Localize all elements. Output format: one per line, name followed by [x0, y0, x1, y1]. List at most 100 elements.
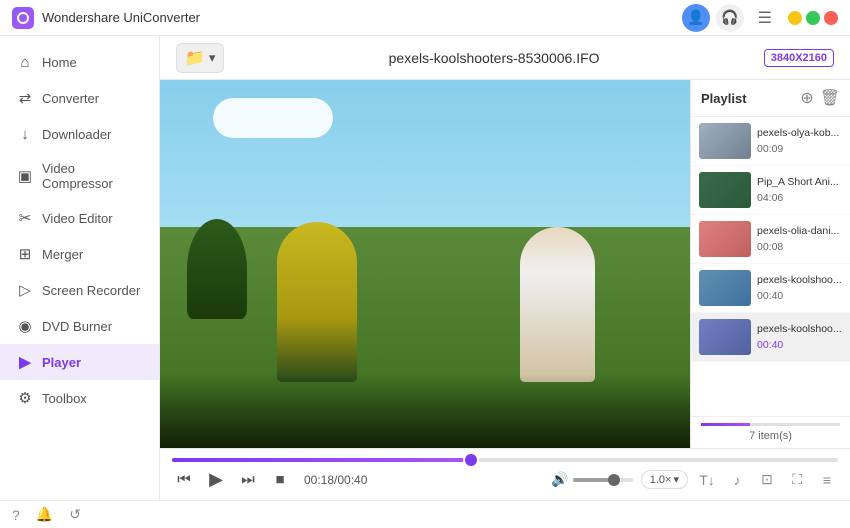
notification-icon[interactable]: 🔔	[36, 506, 53, 523]
home-icon: ⌂	[16, 53, 34, 71]
playlist-thumb-2	[699, 172, 751, 208]
player-controls: ⏮ ▶ ⏭ ■ 00:18/00:40 🔊 1.0×	[160, 448, 850, 500]
volume-thumb	[608, 474, 620, 486]
sidebar-item-video-compressor[interactable]: ▣ Video Compressor	[0, 152, 159, 200]
status-bar: ? 🔔 ↺	[0, 500, 850, 528]
volume-fill	[573, 478, 615, 482]
video-playlist-row: ‹ Playlist ⊕ 🗑 pexels-olya-kob...	[160, 80, 850, 448]
sidebar-item-toolbox[interactable]: ⚙ Toolbox	[0, 380, 159, 416]
sidebar-item-dvd-burner[interactable]: ◉ DVD Burner	[0, 308, 159, 344]
playlist-progress-bar-bg	[701, 423, 840, 426]
sidebar-item-home[interactable]: ⌂ Home	[0, 44, 159, 80]
dark-overlay	[160, 374, 690, 448]
help-icon[interactable]: ?	[12, 507, 20, 523]
add-file-button[interactable]: 📁 ▾	[176, 43, 224, 73]
app-logo	[12, 7, 34, 29]
sidebar-item-converter[interactable]: ⇄ Converter	[0, 80, 159, 116]
speed-label: 1.0×	[650, 474, 672, 486]
sidebar-item-downloader[interactable]: ↓ Downloader	[0, 116, 159, 152]
audio-button[interactable]: ♪	[726, 469, 748, 491]
playlist-item-duration-1: 00:09	[757, 143, 842, 155]
playlist-item-info-3: pexels-olia-dani... 00:08	[757, 225, 842, 253]
sidebar-label-video-editor: Video Editor	[42, 211, 113, 226]
playlist-item-name-3: pexels-olia-dani...	[757, 225, 842, 239]
playlist-item-name-5: pexels-koolshoo...	[757, 323, 842, 337]
sidebar-label-screen-recorder: Screen Recorder	[42, 283, 140, 298]
playlist-item-5[interactable]: pexels-koolshoo... 00:40	[691, 313, 850, 362]
sidebar-label-home: Home	[42, 55, 77, 70]
sidebar-item-video-editor[interactable]: ✂ Video Editor	[0, 200, 159, 236]
user-icon-btn[interactable]: 👤	[682, 4, 710, 32]
playlist-item-info-5: pexels-koolshoo... 00:40	[757, 323, 842, 351]
play-button[interactable]: ▶	[204, 468, 228, 492]
step-forward-button[interactable]: ⏭	[236, 468, 260, 492]
speed-button[interactable]: 1.0× ▾	[641, 470, 688, 489]
player-toolbar: 📁 ▾ pexels-koolshooters-8530006.IFO 3840…	[160, 36, 850, 80]
progress-bar[interactable]	[172, 458, 838, 462]
sidebar-item-player[interactable]: ▶ Player	[0, 344, 159, 380]
playlist-item-name-1: pexels-olya-kob...	[757, 127, 842, 141]
playlist-thumb-1	[699, 123, 751, 159]
playlist-delete-button[interactable]: 🗑	[820, 88, 840, 108]
volume-slider[interactable]	[573, 478, 633, 482]
rewind-button[interactable]: ⏮	[172, 468, 196, 492]
progress-fill	[172, 458, 472, 462]
controls-row: ⏮ ▶ ⏭ ■ 00:18/00:40 🔊 1.0×	[172, 468, 838, 492]
sidebar-label-merger: Merger	[42, 247, 83, 262]
playlist-item-name-4: pexels-koolshoo...	[757, 274, 842, 288]
clouds-element	[213, 98, 333, 138]
playlist-item-count: 7 item(s)	[749, 430, 792, 442]
sidebar: ⌂ Home ⇄ Converter ↓ Downloader ▣ Video …	[0, 36, 160, 500]
person2-element	[520, 227, 595, 382]
sidebar-label-dvd-burner: DVD Burner	[42, 319, 112, 334]
person1-element	[277, 222, 357, 382]
add-file-icon: 📁	[185, 48, 205, 68]
playlist-item-duration-5: 00:40	[757, 339, 842, 351]
playlist-item-1[interactable]: pexels-olya-kob... 00:09	[691, 117, 850, 166]
sync-icon[interactable]: ↺	[69, 506, 81, 523]
downloader-icon: ↓	[16, 125, 34, 143]
toolbox-icon: ⚙	[16, 389, 34, 407]
sidebar-item-screen-recorder[interactable]: ▷ Screen Recorder	[0, 272, 159, 308]
minimize-button[interactable]: ─	[788, 11, 802, 25]
playlist-item-duration-2: 04:06	[757, 192, 842, 204]
playlist-item-info-2: Pip_A Short Ani... 04:06	[757, 176, 842, 204]
app-title: Wondershare UniConverter	[42, 10, 682, 25]
sidebar-label-video-compressor: Video Compressor	[42, 161, 143, 191]
playlist-thumb-5	[699, 319, 751, 355]
merger-icon: ⊞	[16, 245, 34, 263]
caption-button[interactable]: T↓	[696, 469, 718, 491]
playlist-title: Playlist	[701, 91, 747, 106]
fullscreen-button[interactable]: ⛶	[786, 469, 808, 491]
close-button[interactable]: ✕	[824, 11, 838, 25]
filename-label: pexels-koolshooters-8530006.IFO	[236, 50, 751, 66]
content-area: 📁 ▾ pexels-koolshooters-8530006.IFO 3840…	[160, 36, 850, 500]
converter-icon: ⇄	[16, 89, 34, 107]
playlist-footer: 7 item(s)	[691, 416, 850, 448]
video-player[interactable]: ‹	[160, 80, 690, 448]
speed-chevron: ▾	[673, 473, 679, 486]
screenshot-button[interactable]: ⊡	[756, 469, 778, 491]
playlist-items: pexels-olya-kob... 00:09 Pip_A Short Ani…	[691, 117, 850, 416]
playlist-item-2[interactable]: Pip_A Short Ani... 04:06	[691, 166, 850, 215]
headphone-icon-btn[interactable]: 🎧	[716, 4, 744, 32]
playlist-add-button[interactable]: ⊕	[800, 88, 813, 108]
add-file-chevron: ▾	[209, 50, 216, 66]
resolution-badge: 3840X2160	[764, 49, 834, 67]
stop-button[interactable]: ■	[268, 468, 292, 492]
window-controls: ─ □ ✕	[788, 11, 838, 25]
sidebar-item-merger[interactable]: ⊞ Merger	[0, 236, 159, 272]
playlist-item-4[interactable]: pexels-koolshoo... 00:40	[691, 264, 850, 313]
playlist-item-info-1: pexels-olya-kob... 00:09	[757, 127, 842, 155]
volume-icon[interactable]: 🔊	[551, 471, 568, 488]
playlist-panel: Playlist ⊕ 🗑 pexels-olya-kob... 00:09	[690, 80, 850, 448]
playlist-item-duration-3: 00:08	[757, 241, 842, 253]
maximize-button[interactable]: □	[806, 11, 820, 25]
main-layout: ⌂ Home ⇄ Converter ↓ Downloader ▣ Video …	[0, 36, 850, 500]
volume-control: 🔊	[551, 471, 632, 488]
playlist-item-3[interactable]: pexels-olia-dani... 00:08	[691, 215, 850, 264]
more-menu-button[interactable]: ≡	[816, 469, 838, 491]
hamburger-icon[interactable]: ☰	[758, 8, 772, 28]
logo-inner	[17, 12, 29, 24]
playlist-actions: ⊕ 🗑	[800, 88, 840, 108]
